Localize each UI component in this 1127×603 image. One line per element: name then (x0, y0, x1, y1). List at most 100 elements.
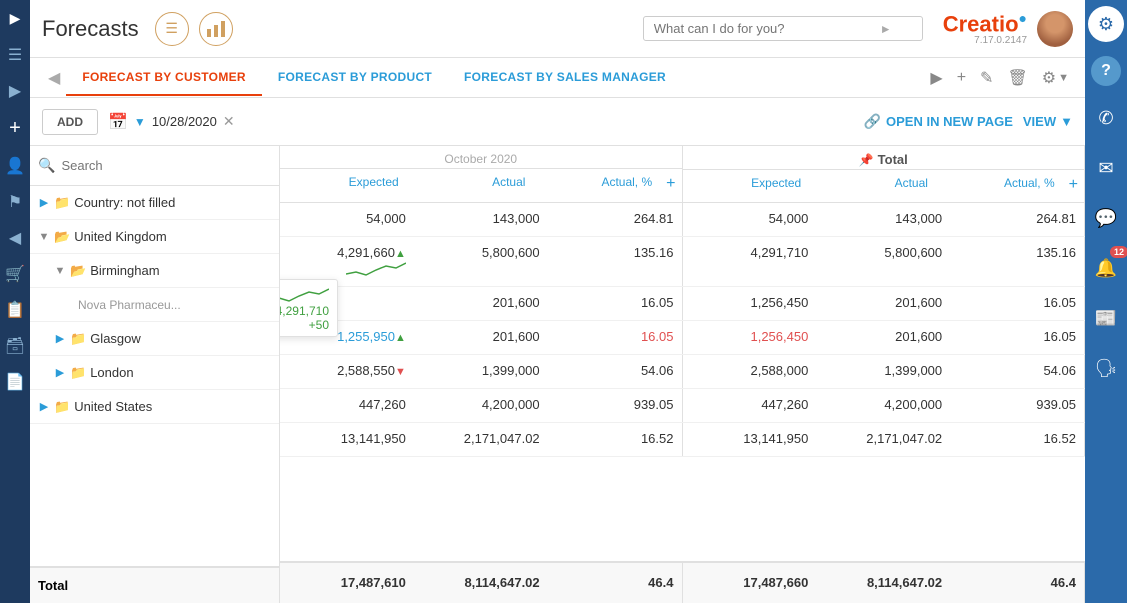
expand-icon[interactable]: ▶ (38, 196, 50, 209)
row-glasgow[interactable]: ▶ 📁 Glasgow (30, 322, 279, 356)
tab-edit-btn[interactable]: ✎ (976, 66, 997, 90)
total-row-label: Total (30, 566, 279, 603)
nav-user-icon[interactable]: 👤 (5, 156, 25, 176)
total-expected-cell: 13,141,950 (683, 423, 817, 456)
oct-expected-cell: 54,000 (280, 203, 414, 236)
phone-icon-btn[interactable]: ✆ (1088, 100, 1124, 136)
tab-add-btn[interactable]: + (953, 67, 970, 89)
row-label: United States (74, 399, 271, 414)
nav-add-icon[interactable]: + (9, 117, 21, 140)
global-search-bar[interactable]: ► (643, 16, 923, 41)
data-row-country-not-filled: 54,000 143,000 264.81 54,000 143,000 264… (280, 203, 1085, 237)
oct-actual-cell: 2,171,047.02 (414, 423, 548, 456)
list-view-btn[interactable]: ☰ (155, 12, 189, 46)
expand-icon[interactable]: ▶ (54, 332, 66, 345)
notification-icon-btn[interactable]: 🔔 12 (1088, 250, 1124, 286)
total-actual-cell: 1,399,000 (816, 355, 950, 388)
total-section: 1,256,450 201,600 16.05 (683, 321, 1086, 354)
oct-actual-pct-cell: 135.16 (548, 237, 682, 286)
oct-actual-cell: 143,000 (414, 203, 548, 236)
row-label: United Kingdom (74, 229, 271, 244)
oct-total-actual-pct: 46.4 (548, 563, 682, 603)
calendar-icon: 📅 (108, 112, 128, 132)
tab-forecast-by-product[interactable]: FORECAST BY PRODUCT (262, 60, 448, 96)
add-button[interactable]: ADD (42, 109, 98, 135)
email-icon-btn[interactable]: ✉ (1088, 150, 1124, 186)
help-btn[interactable]: ? (1091, 56, 1121, 86)
tab-nav-forward-btn[interactable]: ▶ (926, 66, 946, 90)
total-actual-cell: 2,171,047.02 (816, 423, 950, 456)
add-total-col-btn[interactable]: + (1063, 174, 1084, 196)
nav-menu-icon[interactable]: ☰ (8, 45, 22, 65)
folder-icon: 📁 (70, 331, 86, 347)
tab-delete-btn[interactable]: 🗑 (1003, 66, 1031, 90)
total-section: 54,000 143,000 264.81 (683, 203, 1086, 236)
total-expected-cell: 54,000 (683, 203, 817, 236)
nav-list-icon[interactable]: 📄 (5, 372, 25, 392)
total-actual-pct-cell: 16.52 (950, 423, 1084, 456)
oct-actual-cell: 1,399,000 (414, 355, 548, 388)
total-expected-cell: 447,260 (683, 389, 817, 422)
feed-icon-btn[interactable]: 📰 (1088, 300, 1124, 336)
nav-database-icon[interactable]: 🗃 (5, 336, 25, 356)
oct-expected-cell: 447,260 (280, 389, 414, 422)
oct-section: 13,141,950 2,171,047.02 16.52 (280, 423, 683, 456)
total-actual-pct-cell: 16.05 (950, 287, 1084, 320)
date-value: 10/28/2020 (152, 114, 217, 129)
oct-actual-cell: 201,600 (414, 321, 548, 354)
total-actual-cell: 201,600 (816, 287, 950, 320)
oct-section: 4,291,710 +50 201,600 16.05 (280, 287, 683, 320)
oct-actual-pct-cell: 16.05 (548, 321, 682, 354)
oct-expected-cell: 13,141,950 (280, 423, 414, 456)
expand-icon[interactable]: ▼ (38, 231, 50, 243)
oct-actual-cell: 4,200,000 (414, 389, 548, 422)
expand-icon[interactable]: ▶ (38, 400, 50, 413)
nav-expand-btn[interactable]: ▶ (8, 8, 23, 29)
nav-filter-icon[interactable]: ◀ (9, 228, 21, 248)
global-search-input[interactable] (654, 21, 874, 36)
row-nova-pharma[interactable]: Nova Pharmaceu... (30, 288, 279, 322)
oct-expected-header: Expected (280, 173, 407, 195)
nav-document-icon[interactable]: 📋 (5, 300, 25, 320)
nav-flag-icon[interactable]: ⚑ (8, 192, 22, 212)
row-birmingham[interactable]: ▼ 📂 Birmingham (30, 254, 279, 288)
tab-forecast-by-sales-manager[interactable]: FORECAST BY SALES MANAGER (448, 60, 682, 96)
expand-icon[interactable]: ▶ (54, 366, 66, 379)
total-actual-header: Actual (809, 174, 936, 196)
oct-actual-pct-cell: 939.05 (548, 389, 682, 422)
search-row: 🔍 (30, 146, 279, 186)
settings-gear-btn[interactable]: ⚙ (1088, 6, 1124, 42)
chart-view-btn[interactable] (199, 12, 233, 46)
chat-icon-btn[interactable]: 💬 (1088, 200, 1124, 236)
oct-actual-cell: 201,600 (414, 287, 548, 320)
row-london[interactable]: ▶ 📁 London (30, 356, 279, 390)
tab-forecast-by-customer[interactable]: FORECAST BY CUSTOMER (66, 60, 262, 96)
nav-play-icon[interactable]: ▶ (9, 81, 21, 101)
oct-actual-pct-cell: 16.52 (548, 423, 682, 456)
data-row-glasgow: 2,588,550▼ 1,399,000 54.06 2,588,000 1,3… (280, 355, 1085, 389)
row-united-kingdom[interactable]: ▼ 📂 United Kingdom (30, 220, 279, 254)
data-row-nova-pharma: 1,255,950▲ 201,600 16.05 1,256,450 201,6… (280, 321, 1085, 355)
view-btn[interactable]: VIEW ▼ (1023, 114, 1073, 129)
open-new-page-btn[interactable]: 🔗 OPEN IN NEW PAGE (864, 113, 1013, 130)
row-country-not-filled[interactable]: ▶ 📁 Country: not filled (30, 186, 279, 220)
add-oct-col-btn[interactable]: + (660, 173, 681, 195)
data-row-united-states: 13,141,950 2,171,047.02 16.52 13,141,950… (280, 423, 1085, 457)
october-section-header: October 2020 Expected Actual Actual, % + (280, 146, 683, 202)
row-label: Birmingham (90, 263, 271, 278)
user-avatar[interactable] (1037, 11, 1073, 47)
message-icon-btn[interactable]: 🗣 (1088, 350, 1124, 386)
nav-cart-icon[interactable]: 🛒 (5, 264, 25, 284)
date-dropdown-btn[interactable]: ▼ (134, 115, 146, 129)
expand-icon[interactable]: ▼ (54, 265, 66, 277)
tree-search-input[interactable] (61, 158, 271, 173)
oct-section: 4,291,660▲ 5,800,600 135.16 (280, 237, 683, 286)
data-total-row: 17,487,610 8,114,647.02 46.4 17,487,660 … (280, 561, 1085, 603)
tab-settings-btn[interactable]: ⚙▼ (1038, 66, 1073, 90)
tab-nav-back-btn[interactable]: ◀ (42, 68, 66, 88)
row-united-states[interactable]: ▶ 📁 United States (30, 390, 279, 424)
date-clear-btn[interactable]: ✕ (223, 113, 235, 130)
total-expected-cell: 1,256,450 (683, 287, 817, 320)
oct-total-section: 17,487,610 8,114,647.02 46.4 (280, 563, 683, 603)
total-section: 1,256,450 201,600 16.05 (683, 287, 1086, 320)
